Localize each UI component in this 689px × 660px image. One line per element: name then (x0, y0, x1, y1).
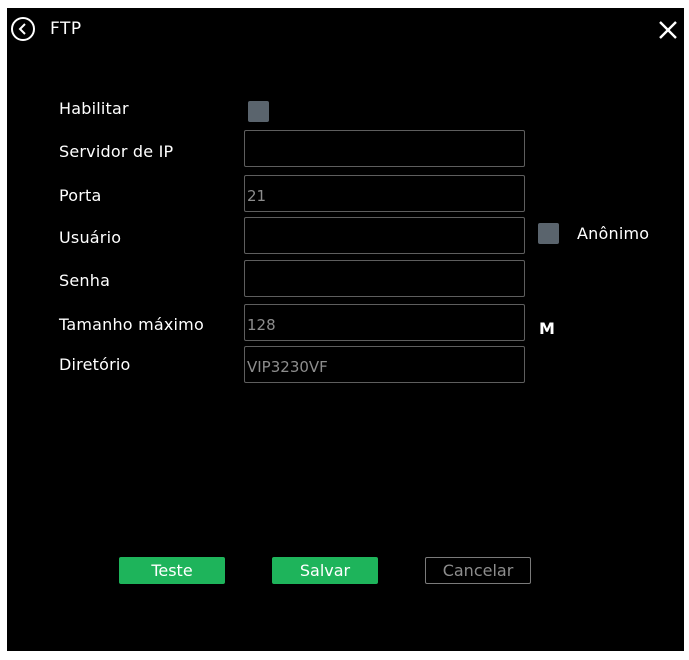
ftp-dialog: FTP Habilitar Servidor de IP Porta Usuár… (7, 8, 684, 651)
chevron-left-icon (18, 23, 26, 35)
teste-button[interactable]: Teste (119, 557, 225, 584)
senha-label: Senha (59, 271, 111, 290)
anonimo-label: Anônimo (577, 224, 650, 243)
habilitar-checkbox[interactable] (248, 101, 269, 122)
tamanho-maximo-label: Tamanho máximo (59, 315, 204, 334)
senha-input[interactable] (244, 260, 525, 297)
close-button[interactable] (656, 18, 680, 42)
dialog-title: FTP (50, 19, 82, 39)
porta-input[interactable] (244, 175, 525, 212)
servidor-ip-input[interactable] (244, 130, 525, 167)
habilitar-label: Habilitar (59, 99, 129, 118)
back-button[interactable] (11, 17, 35, 41)
anonimo-checkbox[interactable] (538, 223, 559, 244)
servidor-ip-label: Servidor de IP (59, 142, 174, 161)
diretorio-input[interactable] (244, 346, 525, 383)
close-icon (659, 21, 677, 39)
usuario-label: Usuário (59, 228, 122, 247)
tamanho-unit: M (539, 319, 555, 338)
cancelar-button[interactable]: Cancelar (425, 557, 531, 584)
diretorio-label: Diretório (59, 355, 131, 374)
usuario-input[interactable] (244, 217, 525, 254)
salvar-button[interactable]: Salvar (272, 557, 378, 584)
tamanho-maximo-input[interactable] (244, 304, 525, 341)
porta-label: Porta (59, 186, 102, 205)
